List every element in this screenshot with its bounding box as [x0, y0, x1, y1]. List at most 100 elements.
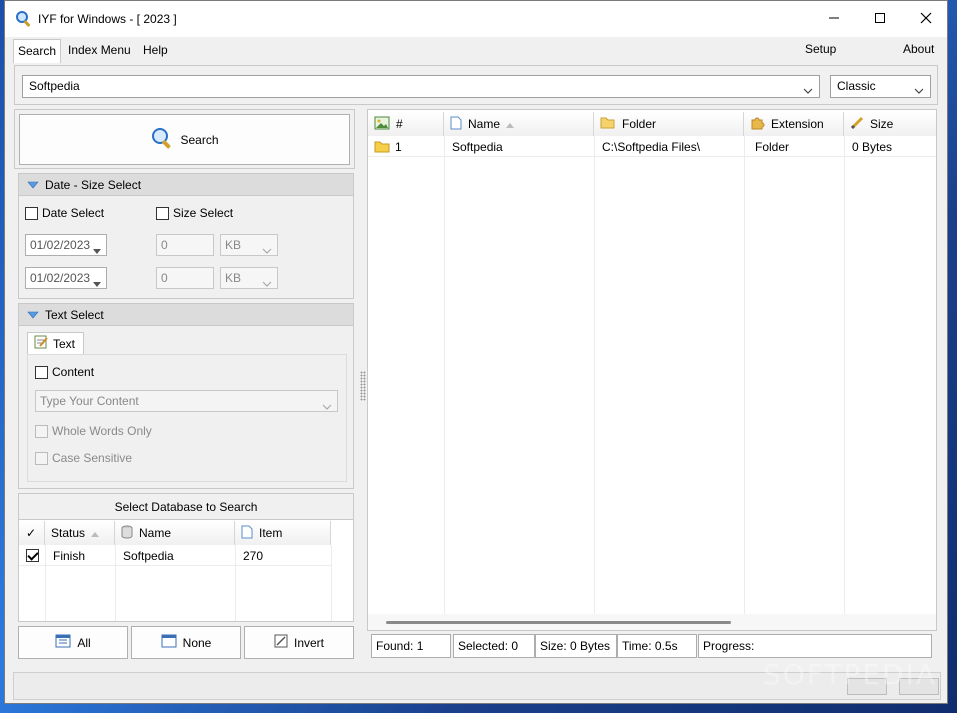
maximize-button[interactable]	[857, 1, 903, 37]
search-button[interactable]: Search	[19, 114, 350, 165]
results-panel: # Name Folder Extension Size 1 Softpedia…	[367, 109, 937, 631]
total-size: Size: 0 Bytes	[535, 634, 617, 658]
grid-all-icon	[55, 634, 71, 651]
database-header-label: Select Database to Search	[114, 499, 258, 514]
content-box[interactable]	[35, 365, 48, 379]
result-name: Softpedia	[452, 140, 503, 154]
col-status-label: Status	[51, 526, 86, 540]
col-check[interactable]: ✓	[19, 521, 45, 545]
size-select-label: Size Select	[173, 206, 234, 220]
whole-words-box[interactable]	[35, 424, 48, 438]
scrollbar-thumb[interactable]	[386, 621, 731, 624]
col-item[interactable]: Item	[235, 521, 331, 545]
whole-words-label: Whole Words Only	[52, 424, 152, 438]
result-number: 1	[395, 140, 402, 154]
col-status[interactable]: Status	[45, 521, 115, 545]
col-name[interactable]: Name	[444, 112, 594, 136]
size-to-input[interactable]: 0	[156, 267, 214, 289]
db-row-item: 270	[243, 549, 264, 563]
db-row-status: Finish	[53, 549, 86, 563]
table-row[interactable]: Finish Softpedia 270	[19, 546, 331, 566]
splitter-grip[interactable]	[360, 371, 366, 401]
select-none-button[interactable]: None	[131, 626, 241, 659]
window-title: IYF for Windows - [ 2023 ]	[38, 12, 177, 26]
content-label: Content	[52, 365, 95, 379]
size-from-unit-value: KB	[225, 238, 242, 252]
size-from-input[interactable]: 0	[156, 234, 214, 256]
grid-line	[594, 136, 595, 614]
menu-setup[interactable]: Setup	[805, 42, 836, 56]
sort-asc-icon	[91, 526, 100, 540]
date-to-value: 01/02/2023	[30, 271, 91, 285]
case-sensitive-box[interactable]	[35, 451, 48, 465]
tab-text[interactable]: Text	[27, 332, 84, 354]
col-size-label: Size	[870, 117, 894, 131]
result-folder: C:\Softpedia Files\	[602, 140, 701, 154]
size-from-value: 0	[161, 238, 168, 252]
size-to-unit-select[interactable]: KB	[220, 267, 278, 289]
menu-bar: Search Index Menu Help Setup About	[5, 37, 947, 63]
chevron-down-icon	[262, 243, 272, 257]
col-db-name-label: Name	[139, 526, 172, 540]
col-db-name[interactable]: Name	[115, 521, 235, 545]
content-input[interactable]: Type Your Content	[35, 390, 338, 412]
whole-words-checkbox[interactable]: Whole Words Only	[35, 424, 152, 438]
picture-icon	[374, 116, 390, 133]
close-button[interactable]	[903, 1, 949, 37]
chevron-down-icon[interactable]	[914, 83, 924, 97]
invert-selection-button[interactable]: Invert	[244, 626, 354, 659]
text-select-panel: Text Select Text Content Type Your Conte…	[18, 303, 354, 489]
case-sensitive-checkbox[interactable]: Case Sensitive	[35, 451, 132, 465]
database-cylinder-icon	[121, 525, 133, 542]
content-checkbox[interactable]: Content	[35, 365, 94, 379]
col-extension[interactable]: Extension	[744, 112, 844, 136]
text-select-header[interactable]: Text Select	[19, 304, 353, 326]
date-select-box[interactable]	[25, 206, 38, 220]
date-select-checkbox[interactable]: Date Select	[25, 206, 104, 220]
search-query-text: Softpedia	[29, 79, 80, 93]
puzzle-piece-icon	[750, 115, 765, 133]
tab-help[interactable]: Help	[139, 39, 172, 63]
tab-index-menu[interactable]: Index Menu	[64, 39, 135, 63]
dropdown-arrow-icon	[93, 243, 101, 257]
dropdown-arrow-icon	[93, 276, 101, 290]
db-row-checkbox[interactable]	[26, 549, 39, 562]
search-input[interactable]: Softpedia	[22, 75, 820, 98]
select-all-button[interactable]: All	[18, 626, 128, 659]
table-row[interactable]: 1 Softpedia C:\Softpedia Files\ Folder 0…	[368, 137, 936, 157]
notepad-icon	[34, 335, 48, 352]
result-extension: Folder	[755, 140, 790, 154]
col-size[interactable]: Size	[844, 112, 936, 136]
app-window: IYF for Windows - [ 2023 ] Search Index …	[4, 0, 948, 704]
minimize-button[interactable]	[811, 1, 857, 37]
magnifier-icon	[150, 126, 174, 153]
database-panel: Select Database to Search ✓ Status Name …	[18, 493, 354, 622]
folder-icon	[374, 140, 390, 156]
content-placeholder: Type Your Content	[40, 394, 139, 408]
watermark: SOFTPEDIA	[762, 658, 937, 691]
size-select-checkbox[interactable]: Size Select	[156, 206, 233, 220]
menu-about[interactable]: About	[903, 42, 934, 56]
col-folder[interactable]: Folder	[594, 112, 744, 136]
date-size-panel: Date - Size Select Date Select Size Sele…	[18, 173, 354, 299]
col-check-label: ✓	[26, 526, 37, 540]
collapse-triangle-icon	[27, 308, 39, 322]
case-sensitive-label: Case Sensitive	[52, 451, 133, 465]
database-column-headers: ✓ Status Name Item	[19, 521, 331, 545]
date-size-header[interactable]: Date - Size Select	[19, 174, 353, 196]
grid-line	[444, 136, 445, 614]
search-mode-select[interactable]: Classic	[830, 75, 931, 98]
size-select-box[interactable]	[156, 206, 169, 220]
chevron-down-icon[interactable]	[803, 83, 813, 97]
size-from-unit-select[interactable]: KB	[220, 234, 278, 256]
tab-search[interactable]: Search	[13, 39, 62, 63]
col-number-label: #	[396, 117, 403, 131]
col-number[interactable]: #	[368, 112, 444, 136]
close-icon	[920, 12, 932, 27]
col-extension-label: Extension	[771, 117, 824, 131]
collapse-triangle-icon	[27, 178, 39, 192]
horizontal-scrollbar[interactable]	[368, 614, 936, 630]
date-to-picker[interactable]: 01/02/2023	[25, 267, 107, 289]
date-from-picker[interactable]: 01/02/2023	[25, 234, 107, 256]
select-all-label: All	[77, 635, 91, 650]
